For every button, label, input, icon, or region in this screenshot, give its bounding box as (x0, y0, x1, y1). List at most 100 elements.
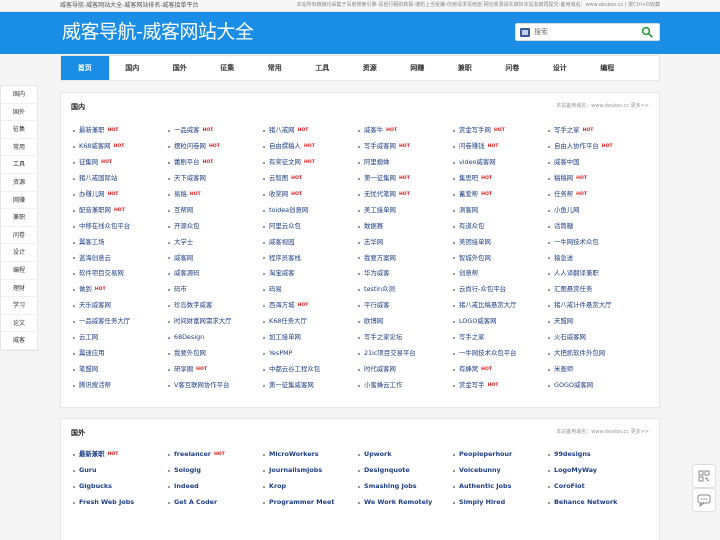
nav-item-10[interactable]: 设计 (536, 56, 584, 80)
site-link[interactable]: Journalismjobs (263, 463, 358, 479)
site-link[interactable]: Authentic Jobs (453, 479, 548, 495)
site-link[interactable]: 平行威客 (358, 298, 453, 314)
nav-item-9[interactable]: 问卷 (489, 56, 537, 80)
site-link[interactable]: 我要外包网 (168, 346, 263, 362)
site-link[interactable]: 威客视园 (263, 235, 358, 251)
site-link[interactable]: Gigbucks (73, 479, 168, 495)
side-menu-item-13[interactable]: 论文 (1, 315, 37, 333)
nav-item-2[interactable]: 国外 (156, 56, 204, 80)
site-link[interactable]: 猪八戒比稿悬赏大厅 (453, 298, 548, 314)
site-link[interactable]: toidea创意网 (263, 203, 358, 219)
side-menu-item-3[interactable]: 常用 (1, 139, 37, 157)
site-link[interactable]: 一牛网技术众包 (548, 235, 643, 251)
site-link[interactable]: Voicebunny (453, 463, 548, 479)
site-link[interactable]: Sologig (168, 463, 263, 479)
site-link[interactable]: Programmer Meet (263, 495, 358, 511)
site-link[interactable]: 无忧代笔网 HOT (358, 187, 453, 203)
site-link[interactable]: 我要方案网 (358, 251, 453, 267)
site-link[interactable]: 淘宝威客 (263, 266, 358, 282)
site-link[interactable]: 小蜜蜂云工作 (358, 378, 453, 394)
site-link[interactable]: 珍岛数字威客 (168, 298, 263, 314)
site-link[interactable]: 有道众包 (453, 219, 548, 235)
site-link[interactable]: 美工接单网 (358, 203, 453, 219)
site-link[interactable]: 自由撰稿人 HOT (263, 139, 358, 155)
side-menu-item-10[interactable]: 编程 (1, 262, 37, 280)
search-input[interactable] (534, 25, 634, 39)
site-link[interactable]: 稿稿网 HOT (548, 171, 643, 187)
site-link[interactable]: 创意帮 (453, 266, 548, 282)
side-menu-item-9[interactable]: 设计 (1, 244, 37, 262)
site-link[interactable]: 研享圈 HOT (168, 362, 263, 378)
site-link[interactable]: Indeed (168, 479, 263, 495)
site-link[interactable]: Behance Network (548, 495, 643, 511)
side-menu-item-11[interactable]: 理财 (1, 280, 37, 298)
site-link[interactable]: Peopleperhour (453, 447, 548, 463)
site-link[interactable]: 大学士 (168, 235, 263, 251)
site-link[interactable]: GOGO威客网 (548, 378, 643, 394)
site-link[interactable]: 天盟网 (548, 314, 643, 330)
nav-item-11[interactable]: 编程 (584, 56, 632, 80)
site-link[interactable]: 写手之家 HOT (548, 123, 643, 139)
site-link[interactable]: 写手威客网 HOT (358, 139, 453, 155)
site-link[interactable]: 威客牛 HOT (358, 123, 453, 139)
site-link[interactable]: testin众测 (358, 282, 453, 298)
site-link[interactable]: 威客中国 (548, 155, 643, 171)
site-link[interactable]: Designquote (358, 463, 453, 479)
site-link[interactable]: 云工网 (73, 330, 168, 346)
side-menu-item-0[interactable]: 国内 (1, 86, 37, 104)
side-menu-item-5[interactable]: 资源 (1, 174, 37, 192)
site-link[interactable]: We Work Remotely (358, 495, 453, 511)
site-link[interactable]: 猿急送 (548, 251, 643, 267)
site-link[interactable]: 蕾剧平台 HOT (168, 155, 263, 171)
site-link[interactable]: 赏金写手网 HOT (453, 123, 548, 139)
site-link[interactable]: Guru (73, 463, 168, 479)
site-link[interactable]: 互帮网 (168, 203, 263, 219)
site-link[interactable]: 测客网 (453, 203, 548, 219)
site-link[interactable]: 笔盟网 (73, 362, 168, 378)
site-logo[interactable]: 威客导航-威客网站大全 (62, 18, 254, 46)
site-link[interactable]: 天下威客网 (168, 171, 263, 187)
site-link[interactable]: 小鱼儿网 (548, 203, 643, 219)
site-link[interactable]: CoroFlot (548, 479, 643, 495)
site-link[interactable]: V客互联网协作平台 (168, 378, 263, 394)
nav-item-1[interactable]: 国内 (109, 56, 157, 80)
side-menu-item-7[interactable]: 兼职 (1, 209, 37, 227)
site-link[interactable]: 99designs (548, 447, 643, 463)
nav-item-5[interactable]: 工具 (299, 56, 347, 80)
site-link[interactable]: 收奖网 HOT (263, 187, 358, 203)
side-menu-item-8[interactable]: 问卷 (1, 227, 37, 245)
site-link[interactable]: Fresh Web Jobs (73, 495, 168, 511)
site-link[interactable]: 威客源码 (168, 266, 263, 282)
site-link[interactable]: 阿里云众包 (263, 219, 358, 235)
chat-button[interactable] (692, 488, 716, 512)
site-link[interactable]: 写手之家论坛 (358, 330, 453, 346)
site-link[interactable]: 中都云谷工程众包 (263, 362, 358, 378)
side-menu-item-14[interactable]: 威客 (1, 332, 37, 350)
site-link[interactable]: 加工接单网 (263, 330, 358, 346)
site-link[interactable]: 68Design (168, 330, 263, 346)
site-link[interactable]: 摆粒问卷网 HOT (168, 139, 263, 155)
site-link[interactable]: 办赚儿网 HOT (73, 187, 168, 203)
site-link[interactable]: 时代威客网 (358, 362, 453, 378)
side-menu-item-2[interactable]: 征集 (1, 121, 37, 139)
nav-item-3[interactable]: 征集 (204, 56, 252, 80)
site-link[interactable]: 任务帮 HOT (548, 187, 643, 203)
site-link[interactable]: 翼速应用 (73, 346, 168, 362)
site-link[interactable]: 数据赛 (358, 219, 453, 235)
site-link[interactable]: 云智图 HOT (263, 171, 358, 187)
site-link[interactable]: 天乐威客网 (73, 298, 168, 314)
site-link[interactable]: 翼客工场 (73, 235, 168, 251)
site-link[interactable]: 易稿 HOT (168, 187, 263, 203)
nav-item-4[interactable]: 常用 (251, 56, 299, 80)
site-link[interactable]: 问卷赚钱 HOT (453, 139, 548, 155)
site-link[interactable]: 米画师 (548, 362, 643, 378)
nav-item-0[interactable]: 首页 (61, 56, 109, 80)
site-link[interactable]: 阿里蜘蛛 (358, 155, 453, 171)
nav-item-6[interactable]: 资源 (346, 56, 394, 80)
site-link[interactable]: 西海方城 HOT (263, 298, 358, 314)
side-menu-item-12[interactable]: 学习 (1, 297, 37, 315)
site-link[interactable]: Simply Hired (453, 495, 548, 511)
site-link[interactable]: 第一征集网 HOT (358, 171, 453, 187)
site-link[interactable]: Smashing Jobs (358, 479, 453, 495)
site-link[interactable]: 一品威客 HOT (168, 123, 263, 139)
